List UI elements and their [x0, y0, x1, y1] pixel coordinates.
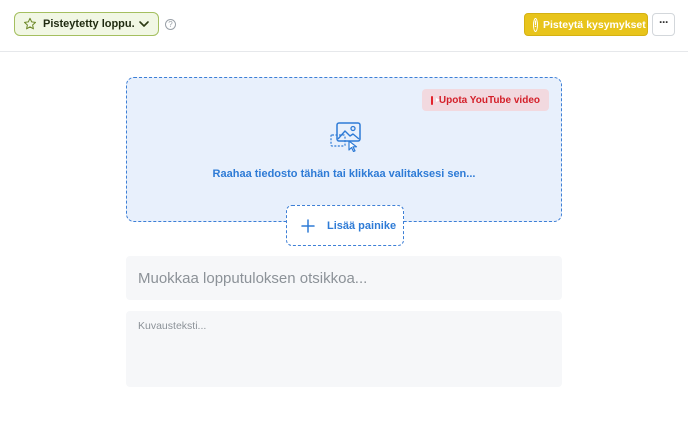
top-toolbar: Pisteytetty loppu... ? ! Pisteytä kysymy… — [0, 0, 688, 52]
result-selector-label: Pisteytetty loppu... — [43, 18, 134, 30]
add-button-label: Lisää painike — [327, 219, 397, 232]
description-textarea[interactable] — [126, 311, 562, 387]
score-questions-label: Pisteytä kysymykset — [543, 18, 646, 31]
result-selector[interactable]: Pisteytetty loppu... — [14, 12, 159, 36]
result-title-input[interactable] — [126, 256, 562, 300]
star-icon — [23, 17, 37, 30]
more-options-button[interactable]: ··· — [652, 13, 675, 36]
drop-instruction-text: Raahaa tiedosto tähän tai klikkaa valita… — [212, 168, 476, 180]
image-upload-icon — [330, 122, 361, 152]
chevron-down-icon — [139, 21, 149, 27]
media-dropzone[interactable]: Upota YouTube video Raahaa tiedosto tähä… — [126, 77, 562, 222]
youtube-icon — [431, 95, 439, 105]
plus-icon — [301, 218, 315, 233]
help-icon[interactable]: ? — [165, 19, 176, 30]
embed-youtube-label: Upota YouTube video — [438, 94, 540, 106]
score-questions-button[interactable]: ! Pisteytä kysymykset — [524, 13, 648, 36]
add-button[interactable]: Lisää painike — [286, 205, 404, 246]
warning-icon: ! — [533, 17, 538, 32]
embed-youtube-button[interactable]: Upota YouTube video — [422, 89, 549, 111]
